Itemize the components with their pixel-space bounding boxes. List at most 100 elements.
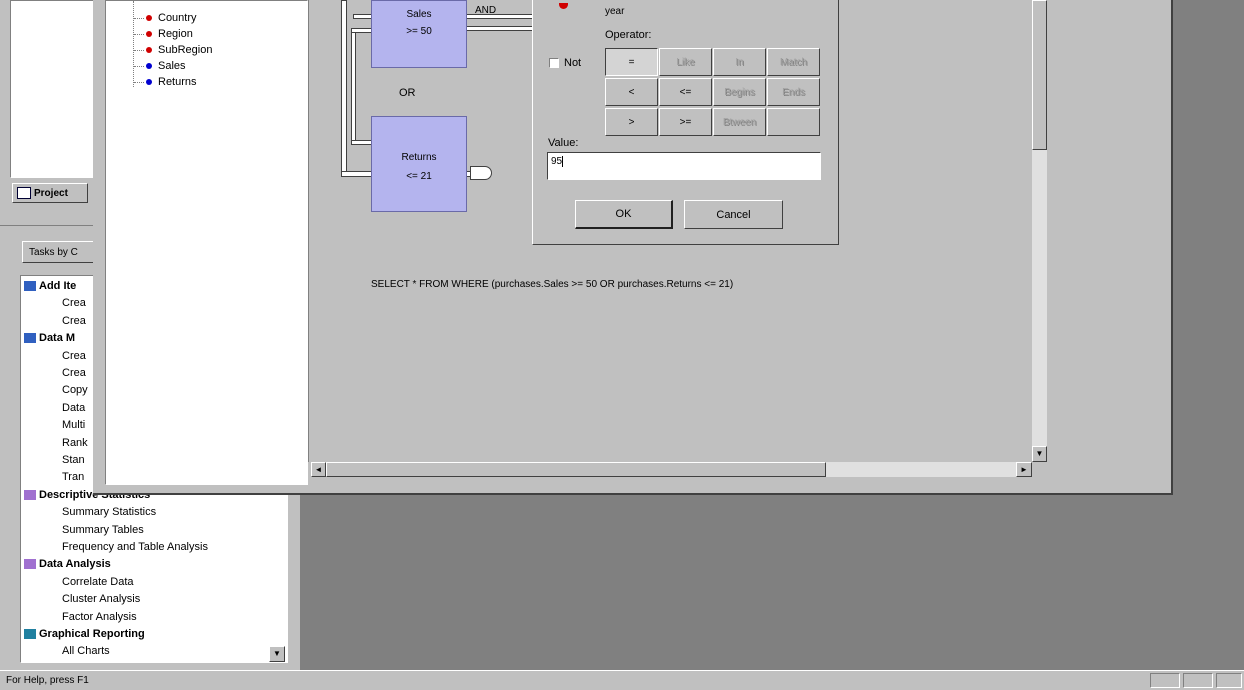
task-label: Data Analysis [39,558,111,571]
columns-tree[interactable]: Country Region SubRegion Sales Returns [105,0,308,485]
tree-connector [134,17,144,19]
operator-button[interactable]: In [713,48,766,76]
task-label: Correlate Data [62,575,134,588]
operator-button[interactable] [767,108,820,136]
horizontal-scroll-right-button[interactable]: ► [1016,462,1032,477]
task-category-icon [24,489,36,500]
ok-button[interactable]: OK [575,200,673,229]
project-tab[interactable]: Project [12,183,88,203]
operator-button[interactable]: Ends [767,78,820,106]
operator-grid: = Like In Match < <= Begins Ends > >= Btween [605,48,821,136]
task-category-icon [24,333,36,344]
horizontal-scroll-thumb[interactable] [326,462,826,477]
pipe-inner-top [351,28,373,33]
task-label: Add Ite [39,280,77,292]
and-label: AND [475,5,497,16]
task-item[interactable]: All Charts [21,643,110,660]
operator-label: In [735,56,744,68]
value-label: Value: [548,137,579,149]
task-label: Data M [39,332,76,345]
tree-item[interactable]: Returns [134,76,197,88]
project-tab-label: Project [34,187,68,199]
not-label: Not [564,57,582,69]
operator-button[interactable]: <= [659,78,712,106]
node-returns-condition: <= 21 [406,171,432,182]
operator-button[interactable]: Like [659,48,712,76]
operator-label: Like [676,56,695,68]
task-item[interactable]: Stan [21,452,85,469]
task-label: Crea [62,349,86,362]
task-item[interactable]: Factor Analysis [21,609,137,626]
task-item[interactable]: Crea [21,365,86,382]
condition-node-returns[interactable]: Returns <= 21 [371,116,467,212]
pipe-left-inner [351,30,356,145]
task-item[interactable]: Copy [21,382,88,399]
task-category-icon [24,559,36,570]
operator-button[interactable]: >= [659,108,712,136]
operator-label: Btween [722,116,757,128]
node-sales-title: Sales [406,9,432,20]
project-list[interactable] [10,0,96,178]
task-item[interactable]: Frequency and Table Analysis [21,539,208,556]
task-item[interactable]: Summary Statistics [21,504,156,521]
task-category[interactable]: Data Analysis [21,556,111,573]
column-icon [146,31,152,38]
vertical-scroll-thumb[interactable] [1032,0,1047,150]
tree-item[interactable]: Country [134,12,197,24]
task-category[interactable]: Data M [21,330,75,347]
tree-item[interactable]: Region [134,28,193,40]
task-item[interactable]: Crea [21,348,86,365]
tree-item[interactable]: SubRegion [134,44,212,56]
node-sales-condition: >= 50 [406,26,432,37]
task-item[interactable]: Tran [21,469,84,486]
operator-label: < [628,86,635,98]
operator-label: Operator: [605,29,652,41]
tree-item[interactable]: Sales [134,60,186,72]
tree-item-label: Returns [158,76,197,88]
operator-label: > [628,116,635,128]
tree-connector [134,33,144,35]
not-checkbox[interactable] [549,58,559,68]
pipe-cap [470,166,492,180]
scroll-corner [1032,462,1047,477]
vertical-scroll-down-button[interactable]: ▼ [1032,446,1047,462]
condition-node-sales[interactable]: Sales >= 50 [371,0,467,68]
task-label: Data [62,401,86,414]
status-bar: For Help, press F1 [0,670,1244,690]
horizontal-scroll-left-button[interactable]: ◄ [311,462,326,477]
task-category[interactable]: Graphical Reporting [21,626,145,643]
task-category-icon [24,281,36,292]
task-item[interactable]: Multi [21,417,85,434]
task-label: Factor Analysis [62,610,137,623]
operator-button[interactable]: Btween [713,108,766,136]
text-cursor [562,156,564,167]
tasks-tab-label: Tasks by C [29,246,78,258]
operator-button[interactable]: Begins [713,78,766,106]
task-item[interactable]: Cluster Analysis [21,591,140,608]
operator-button[interactable]: < [605,78,658,106]
operator-label: <= [679,86,692,98]
operator-button[interactable]: > [605,108,658,136]
tasks-scroll-down-button[interactable]: ▼ [269,646,285,662]
task-item[interactable]: Data [21,400,85,417]
operator-label: >= [679,116,692,128]
task-item[interactable]: Crea [21,313,86,330]
tree-item-label: SubRegion [158,44,213,56]
cancel-button[interactable]: Cancel [684,200,783,229]
operator-button[interactable]: Match [767,48,820,76]
task-item[interactable]: Correlate Data [21,574,134,591]
arrow-down-icon: ▼ [1035,449,1044,458]
task-category[interactable]: Add Ite [21,278,76,295]
task-item[interactable]: Crea [21,295,86,312]
value-input[interactable]: 95 [547,152,821,180]
status-panel-2 [1183,673,1213,688]
task-item[interactable]: Rank [21,435,88,452]
operator-button[interactable]: = [605,48,658,76]
task-label: Summary Tables [62,523,144,536]
pipe-inner-bottom [351,140,373,145]
task-label: Multi [62,419,86,432]
tasks-tab[interactable]: Tasks by C [22,241,102,263]
column-icon [146,63,152,70]
project-icon [17,187,31,199]
task-item[interactable]: Summary Tables [21,522,144,539]
